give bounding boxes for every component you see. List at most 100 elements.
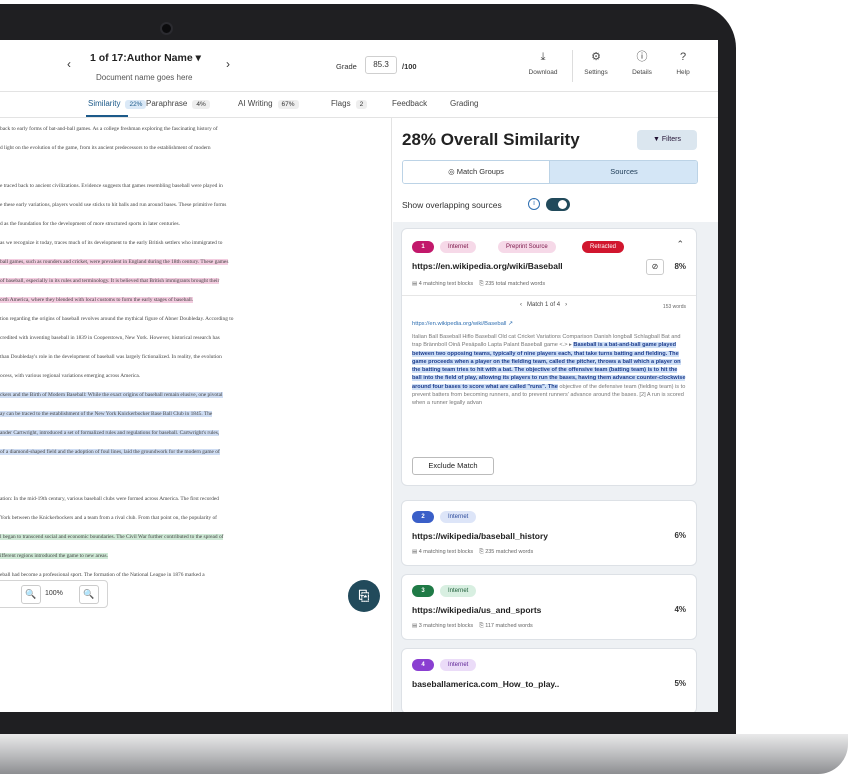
tab-flags[interactable]: Flags 2 xyxy=(331,99,368,109)
tab-similarity[interactable]: Similarity 22% xyxy=(88,99,147,109)
sources-list: 1 Internet Preprint Source Retracted ⌃ h… xyxy=(393,222,718,712)
hide-eye-icon[interactable]: ⊘ xyxy=(646,259,664,275)
camera xyxy=(160,22,173,35)
author-selector[interactable]: 1 of 17:Author Name ▾ xyxy=(90,52,201,64)
match-groups-button[interactable]: ◎ Match Groups xyxy=(403,161,550,183)
details-button[interactable]: ⓘ Details xyxy=(621,50,663,76)
document-action-button[interactable]: ⎘ xyxy=(348,580,380,612)
document-line: l began to transcend social and economic… xyxy=(0,532,384,542)
help-button[interactable]: ? Help xyxy=(662,50,704,76)
document-line: than Doubleday's role in the development… xyxy=(0,354,222,360)
similarity-highlight[interactable]: l began to transcend social and economic… xyxy=(0,534,224,540)
source-url[interactable]: https://wikipedia/baseball_history xyxy=(412,531,548,541)
source-card[interactable]: 4 Internet baseballamerica.com_How_to_pl… xyxy=(401,648,697,712)
laptop-base xyxy=(0,734,848,774)
source-type-pill: Internet xyxy=(440,241,477,253)
show-overlapping-label: Show overlapping sources xyxy=(402,200,502,210)
toolbar-divider xyxy=(572,50,573,82)
zoom-level: 100% xyxy=(45,590,63,597)
report-tabs: Similarity 22% Paraphrase 4% AI Writing 67%… xyxy=(0,92,718,118)
filter-icon: ▼ xyxy=(653,136,660,143)
source-link[interactable]: https://en.wikipedia.org/wiki/Baseball ↗ xyxy=(412,321,513,327)
document-line: ball games, such as rounders and cricket… xyxy=(0,257,384,267)
source-percentage: 5% xyxy=(674,679,686,688)
retracted-pill: Retracted xyxy=(582,241,625,253)
preprint-pill: Preprint Source xyxy=(498,241,556,253)
top-bar: ‹ 1 of 17:Author Name ▾ › Document name … xyxy=(0,40,718,92)
source-percentage: 8% xyxy=(674,262,686,271)
next-author-chevron-icon[interactable]: › xyxy=(226,57,230,71)
similarity-highlight[interactable]: ball games, such as rounders and cricket… xyxy=(0,259,229,265)
document-line: of a diamond-shaped field and the adopti… xyxy=(0,447,384,457)
similarity-highlight[interactable]: ander Cartwright, introduced a set of fo… xyxy=(0,430,220,436)
similarity-highlight[interactable]: of baseball, especially in its rules and… xyxy=(0,278,220,284)
app-screen: ‹ 1 of 17:Author Name ▾ › Document name … xyxy=(0,40,718,712)
tab-grading[interactable]: Grading xyxy=(450,99,478,108)
grade-label: Grade xyxy=(336,62,357,71)
help-icon: ? xyxy=(679,51,687,63)
gear-icon: ⚙ xyxy=(591,51,601,63)
source-card[interactable]: 1 Internet Preprint Source Retracted ⌃ h… xyxy=(401,228,697,486)
document-line: ation: In the mid-19th century, various … xyxy=(0,496,219,502)
filters-button[interactable]: ▼ Filters xyxy=(637,130,697,150)
collapse-chevron-icon[interactable]: ⌃ xyxy=(676,239,684,250)
tab-feedback[interactable]: Feedback xyxy=(392,99,427,108)
source-card[interactable]: 3 Internet https://wikipedia/us_and_spor… xyxy=(401,574,697,640)
document-line: tion regarding the origins of baseball r… xyxy=(0,316,234,322)
source-url[interactable]: https://wikipedia/us_and_sports xyxy=(412,605,541,615)
download-icon: ⤓ xyxy=(540,51,546,63)
document-line: back to early forms of bat-and-ball game… xyxy=(0,126,218,132)
source-percentage: 6% xyxy=(674,531,686,540)
tab-badge: 4% xyxy=(192,100,210,109)
source-url[interactable]: https://en.wikipedia.org/wiki/Baseball xyxy=(412,261,563,271)
settings-button[interactable]: ⚙ Settings xyxy=(575,50,617,76)
word-count: 153 words xyxy=(662,304,686,310)
similarity-highlight[interactable]: ay can be traced to the establishment of… xyxy=(0,411,213,417)
match-snippet: Italian Ball Baseball Hiflo Baseball Old… xyxy=(412,334,686,407)
similarity-highlight[interactable]: ckers and the Birth of Modern Baseball: … xyxy=(0,392,223,398)
match-pager: ‹ Match 1 of 4 › xyxy=(520,302,568,308)
tab-ai-writing[interactable]: AI Writing 67% xyxy=(238,99,299,109)
prev-match-icon[interactable]: ‹ xyxy=(520,302,522,308)
document-line: orth America, where they blended with lo… xyxy=(0,295,384,305)
laptop-mockup: ‹ 1 of 17:Author Name ▾ › Document name … xyxy=(0,0,848,774)
zoom-controls: 🔍 100% 🔍 xyxy=(0,580,108,608)
grade-input[interactable]: 85.3 xyxy=(365,56,397,74)
source-meta: ▤ 4 matching text blocks ⎘ 235 total mat… xyxy=(412,281,546,287)
document-viewer[interactable]: back to early forms of bat-and-ball game… xyxy=(0,118,392,712)
next-match-icon[interactable]: › xyxy=(565,302,567,308)
document-line: d light on the evolution of the game, fr… xyxy=(0,145,211,151)
grade-max: /100 xyxy=(402,62,417,71)
source-card[interactable]: 2 Internet https://wikipedia/baseball_hi… xyxy=(401,500,697,566)
tab-paraphrase[interactable]: Paraphrase 4% xyxy=(146,99,210,109)
sources-button[interactable]: Sources xyxy=(550,161,697,183)
prev-author-chevron-icon[interactable]: ‹ xyxy=(67,57,71,71)
source-number-badge: 1 xyxy=(412,241,434,253)
active-tab-indicator xyxy=(86,115,128,117)
info-icon[interactable]: i xyxy=(528,198,540,210)
info-icon: ⓘ xyxy=(636,51,648,63)
zoom-out-button[interactable]: 🔍 xyxy=(21,585,41,604)
zoom-in-button[interactable]: 🔍 xyxy=(79,585,99,604)
view-toggle: ◎ Match Groups Sources xyxy=(402,160,698,184)
document-line: as we recognize it today, traces much of… xyxy=(0,240,223,246)
similarity-highlight[interactable]: ifferent regions introduced the game to … xyxy=(0,553,108,559)
overlap-toggle[interactable] xyxy=(546,198,570,211)
source-url[interactable]: baseballamerica.com_How_to_play.. xyxy=(412,679,559,689)
exclude-match-button[interactable]: Exclude Match xyxy=(412,457,494,475)
target-icon: ◎ xyxy=(448,167,455,176)
divider xyxy=(402,295,696,296)
document-name: Document name goes here xyxy=(96,73,193,82)
document-line: e traced back to ancient civilizations. … xyxy=(0,183,223,189)
similarity-highlight[interactable]: orth America, where they blended with lo… xyxy=(0,297,194,303)
document-line: ckers and the Birth of Modern Baseball: … xyxy=(0,390,384,400)
download-button[interactable]: ⤓ Download xyxy=(522,50,564,76)
document-line: ander Cartwright, introduced a set of fo… xyxy=(0,428,384,438)
document-line: e these early variations, players would … xyxy=(0,202,227,208)
document-line: ocess, with various regional variations … xyxy=(0,373,141,379)
source-meta: ▤ 4 matching text blocks ⎘ 235 matched w… xyxy=(412,549,534,555)
source-number-badge: 4 xyxy=(412,659,434,671)
source-percentage: 4% xyxy=(674,605,686,614)
similarity-highlight[interactable]: of a diamond-shaped field and the adopti… xyxy=(0,449,220,455)
